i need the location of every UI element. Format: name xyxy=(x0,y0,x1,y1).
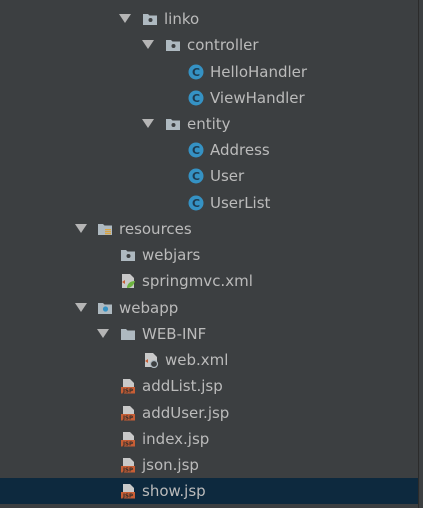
tree-node-webjars[interactable]: webjars xyxy=(0,242,419,268)
tree-node-viewhandler[interactable]: C ViewHandler xyxy=(0,85,419,111)
svg-text:C: C xyxy=(192,197,200,210)
tree-node-label: HelloHandler xyxy=(210,63,308,81)
tree-node-label: WEB-INF xyxy=(142,325,207,343)
tree-node-label: ViewHandler xyxy=(210,89,305,107)
package-folder-icon xyxy=(143,14,157,25)
expand-arrow-icon[interactable] xyxy=(97,329,109,338)
spring-xml-icon xyxy=(122,274,135,288)
tree-node-resources[interactable]: resources xyxy=(0,216,419,242)
tree-node-label: index.jsp xyxy=(142,430,210,448)
class-icon: C xyxy=(188,64,204,80)
svg-text:JSP: JSP xyxy=(122,442,133,448)
tree-node-json-jsp[interactable]: JSP json.jsp xyxy=(0,452,419,478)
tree-node-webapp[interactable]: webapp xyxy=(0,295,419,321)
tree-node-label: webjars xyxy=(142,246,201,264)
tree-node-user[interactable]: C User xyxy=(0,163,419,189)
tree-node-show-jsp[interactable]: JSP show.jsp xyxy=(0,478,419,504)
jsp-icon: JSP xyxy=(121,379,135,395)
resources-folder-icon xyxy=(98,224,112,235)
folder-icon xyxy=(121,329,135,340)
svg-text:C: C xyxy=(192,170,200,183)
tree-node-web-xml[interactable]: web.xml xyxy=(0,347,419,373)
package-folder-icon xyxy=(166,119,180,130)
tree-node-label: json.jsp xyxy=(142,456,199,474)
tree-node-label: springmvc.xml xyxy=(142,272,253,290)
tree-node-label: addList.jsp xyxy=(142,377,223,395)
jsp-icon: JSP xyxy=(121,432,135,448)
tree-node-label: UserList xyxy=(210,194,271,212)
class-icon: C xyxy=(188,168,204,184)
tree-node-label: entity xyxy=(187,115,231,133)
vertical-scrollbar[interactable] xyxy=(418,0,423,508)
web-folder-icon xyxy=(98,303,112,314)
tree-node-springmvc-xml[interactable]: springmvc.xml xyxy=(0,268,419,294)
tree-node-label: linko xyxy=(164,10,200,28)
svg-text:C: C xyxy=(192,92,200,105)
expand-arrow-icon[interactable] xyxy=(142,119,154,128)
package-folder-icon xyxy=(121,250,135,261)
web-xml-icon xyxy=(145,353,159,368)
tree-node-label: Address xyxy=(210,141,270,159)
tree-node-index-jsp[interactable]: JSP index.jsp xyxy=(0,426,419,452)
tree-node-userlist[interactable]: C UserList xyxy=(0,190,419,216)
svg-text:JSP: JSP xyxy=(122,494,133,500)
tree-node-hellohandler[interactable]: C HelloHandler xyxy=(0,59,419,85)
class-icon: C xyxy=(188,142,204,158)
svg-text:JSP: JSP xyxy=(122,416,133,422)
expand-arrow-icon[interactable] xyxy=(75,303,87,312)
tree-node-entity[interactable]: entity xyxy=(0,111,419,137)
tree-node-adduser-jsp[interactable]: JSP addUser.jsp xyxy=(0,400,419,426)
svg-text:JSP: JSP xyxy=(122,389,133,395)
svg-text:C: C xyxy=(192,66,200,79)
tree-node-label: webapp xyxy=(119,299,179,317)
tree-node-label: show.jsp xyxy=(142,482,206,500)
tree-node-linko[interactable]: linko xyxy=(0,6,419,32)
tree-node-label: User xyxy=(210,167,245,185)
project-tree: linko controller C HelloHandler C ViewHa… xyxy=(0,0,419,508)
svg-text:C: C xyxy=(192,144,200,157)
tree-node-label: addUser.jsp xyxy=(142,404,230,422)
jsp-icon: JSP xyxy=(121,458,135,474)
tree-node-label: web.xml xyxy=(165,351,229,369)
expand-arrow-icon[interactable] xyxy=(75,224,87,233)
jsp-icon: JSP xyxy=(121,484,135,500)
package-folder-icon xyxy=(166,40,180,51)
expand-arrow-icon[interactable] xyxy=(119,14,131,23)
jsp-icon: JSP xyxy=(121,406,135,422)
tree-node-label: resources xyxy=(119,220,192,238)
tree-node-web-inf[interactable]: WEB-INF xyxy=(0,321,419,347)
class-icon: C xyxy=(188,90,204,106)
svg-text:JSP: JSP xyxy=(122,468,133,474)
tree-node-addlist-jsp[interactable]: JSP addList.jsp xyxy=(0,373,419,399)
tree-node-label: controller xyxy=(187,36,259,54)
tree-node-address[interactable]: C Address xyxy=(0,137,419,163)
tree-node-controller[interactable]: controller xyxy=(0,32,419,58)
expand-arrow-icon[interactable] xyxy=(142,40,154,49)
class-icon: C xyxy=(188,195,204,211)
